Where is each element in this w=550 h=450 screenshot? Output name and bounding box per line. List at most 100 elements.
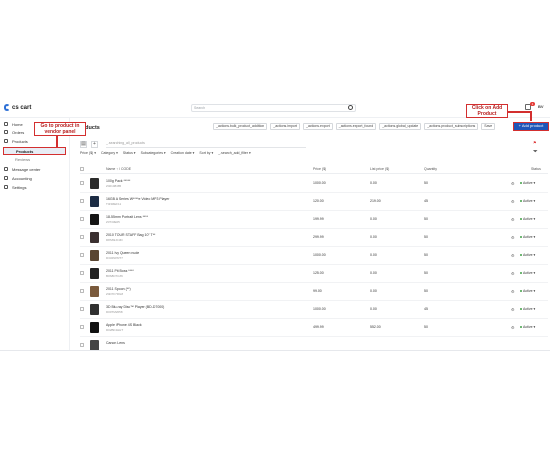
bell-icon[interactable]: 1 xyxy=(525,102,535,110)
list-price-input[interactable]: 0.00 xyxy=(370,253,377,257)
product-subscriptions-button[interactable]: _actions.product_subscriptions xyxy=(424,123,479,130)
product-name-link[interactable]: 16GB A Series W****e Video MP3 Player xyxy=(106,197,169,201)
status-dropdown[interactable]: Active ▾ xyxy=(520,235,535,239)
product-name-link[interactable]: Canon Lens xyxy=(106,341,125,345)
gear-icon[interactable]: ⚙ xyxy=(511,289,515,294)
filter-add[interactable]: _.search_add_filter ▾ xyxy=(218,151,251,155)
list-price-input[interactable]: 219.00 xyxy=(370,199,381,203)
status-dropdown[interactable]: Active ▾ xyxy=(520,307,535,311)
column-quantity[interactable]: Quantity xyxy=(424,167,437,171)
status-dropdown[interactable]: Active ▾ xyxy=(520,199,535,203)
export-found-button[interactable]: _actions.export_found xyxy=(335,123,377,130)
avatar[interactable]: BV xyxy=(538,104,544,109)
product-thumbnail[interactable] xyxy=(90,232,99,243)
row-checkbox[interactable] xyxy=(80,235,84,239)
gear-icon[interactable]: ⚙ xyxy=(511,253,515,258)
sidebar-item-message-center[interactable]: Message center xyxy=(4,165,40,173)
quantity-input[interactable]: 45 xyxy=(424,307,428,311)
list-price-input[interactable]: 0.00 xyxy=(370,235,377,239)
logo[interactable]: cs cart xyxy=(4,104,31,111)
column-status[interactable]: Status xyxy=(531,167,541,171)
gear-icon[interactable]: ⚙ xyxy=(511,325,515,330)
status-dropdown[interactable]: Active ▾ xyxy=(520,289,535,293)
price-input[interactable]: 1000.00 xyxy=(313,307,326,311)
filter-subcategories[interactable]: Subcategories ▾ xyxy=(141,151,166,155)
table-row[interactable]: 100g Pack ***** Z40108485 1000.00 0.00 50 ⚙ Ac… xyxy=(80,175,548,193)
quantity-input[interactable]: 50 xyxy=(424,289,428,293)
save-button[interactable]: Save xyxy=(481,123,496,130)
price-input[interactable]: 199.99 xyxy=(313,217,324,221)
column-list-price[interactable]: List price ($) xyxy=(370,167,389,171)
price-input[interactable]: 1000.00 xyxy=(313,181,326,185)
sidebar-subitem-reviews[interactable]: Reviews xyxy=(15,157,30,162)
gear-icon[interactable]: ⚙ xyxy=(511,307,515,312)
import-button[interactable]: _actions.import xyxy=(270,123,300,130)
quantity-input[interactable]: 50 xyxy=(424,325,428,329)
sidebar-item-orders[interactable]: Orders xyxy=(4,128,24,136)
product-name-link[interactable]: 2010 TOUR STAFF Bag 10" T** xyxy=(106,233,155,237)
add-product-button[interactable]: + Add product xyxy=(513,122,549,131)
filter-creation-date[interactable]: Creation date ▾ xyxy=(171,151,195,155)
filter-category[interactable]: Category ▾ xyxy=(101,151,118,155)
row-checkbox[interactable] xyxy=(80,217,84,221)
row-checkbox[interactable] xyxy=(80,343,84,347)
search-input[interactable]: Search xyxy=(191,104,356,112)
filter-price[interactable]: Price ($) ▾ xyxy=(80,151,96,155)
row-checkbox[interactable] xyxy=(80,271,84,275)
product-name-link[interactable]: 3D Blu-ray Disc™ Player (BD-D7000) xyxy=(106,305,164,309)
product-thumbnail[interactable] xyxy=(90,196,99,207)
row-checkbox[interactable] xyxy=(80,289,84,293)
product-thumbnail[interactable] xyxy=(90,340,99,350)
product-thumbnail[interactable] xyxy=(90,178,99,189)
quantity-input[interactable]: 50 xyxy=(424,271,428,275)
column-price[interactable]: Price ($) xyxy=(313,167,326,171)
funnel-icon[interactable]: ⏷ xyxy=(533,149,539,155)
product-thumbnail[interactable] xyxy=(90,268,99,279)
product-thumbnail[interactable] xyxy=(90,214,99,225)
list-price-input[interactable]: 0.00 xyxy=(370,217,377,221)
product-thumbnail[interactable] xyxy=(90,322,99,333)
table-row[interactable]: 18-55mm Portrait Lens **** Z3733E05 199.99… xyxy=(80,211,548,229)
quantity-input[interactable]: 50 xyxy=(424,217,428,221)
quantity-input[interactable]: 50 xyxy=(424,235,428,239)
price-input[interactable]: 1000.00 xyxy=(313,253,326,257)
table-row[interactable]: Canon Lens xyxy=(80,337,548,350)
quantity-input[interactable]: 50 xyxy=(424,253,428,257)
global-update-button[interactable]: _actions.global_update xyxy=(379,123,422,130)
product-name-link[interactable]: Apple iPhone 4S Black xyxy=(106,323,142,327)
gear-icon[interactable]: ⚙ xyxy=(511,217,515,222)
gear-icon[interactable]: ⚙ xyxy=(511,271,515,276)
flag-icon[interactable]: ⚑ xyxy=(533,140,537,145)
row-checkbox[interactable] xyxy=(80,181,84,185)
list-price-input[interactable]: 0.00 xyxy=(370,307,377,311)
table-row[interactable]: 2011 Spoon (**) Z4D7F7RG8 99.00 0.00 50 ⚙ Acti… xyxy=(80,283,548,301)
table-row[interactable]: 2010 TOUR STAFF Bag 10" T** D8S69JC3D 299.… xyxy=(80,229,548,247)
table-row[interactable]: 2011 Ivy Queen nude D332NPRT7 1000.00 0.00 5… xyxy=(80,247,548,265)
sidebar-subitem-products[interactable]: Products xyxy=(3,147,66,155)
row-checkbox[interactable] xyxy=(80,199,84,203)
sidebar-item-home[interactable]: Home xyxy=(4,120,23,128)
gear-icon[interactable]: ⚙ xyxy=(511,235,515,240)
bulk-product-addition-button[interactable]: _actions.bulk_product_addition xyxy=(213,123,268,130)
table-row[interactable]: Apple iPhone 4S Black D02BF4HHT 499.99 552.… xyxy=(80,319,548,337)
product-name-link[interactable]: 2011 Spoon (**) xyxy=(106,287,131,291)
column-name[interactable]: Name ↑ / CODE xyxy=(106,167,131,171)
sidebar-item-accounting[interactable]: Accounting xyxy=(4,174,32,182)
export-button[interactable]: _actions.export xyxy=(303,123,333,130)
product-thumbnail[interactable] xyxy=(90,286,99,297)
price-input[interactable]: 299.99 xyxy=(313,235,324,239)
table-row[interactable]: 3D Blu-ray Disc™ Player (BD-D7000) D00TM2… xyxy=(80,301,548,319)
status-dropdown[interactable]: Active ▾ xyxy=(520,181,535,185)
row-checkbox[interactable] xyxy=(80,253,84,257)
status-dropdown[interactable]: Active ▾ xyxy=(520,271,535,275)
row-checkbox[interactable] xyxy=(80,325,84,329)
view-toggle-icon[interactable]: ▤ xyxy=(80,141,87,148)
list-price-input[interactable]: 0.00 xyxy=(370,271,377,275)
status-dropdown[interactable]: Active ▾ xyxy=(520,217,535,221)
list-price-input[interactable]: 552.00 xyxy=(370,325,381,329)
product-thumbnail[interactable] xyxy=(90,304,99,315)
product-name-link[interactable]: 2011 Ivy Queen nude xyxy=(106,251,139,255)
status-dropdown[interactable]: Active ▾ xyxy=(520,325,535,329)
search-icon[interactable] xyxy=(348,105,353,110)
product-name-link[interactable]: 18-55mm Portrait Lens **** xyxy=(106,215,148,219)
